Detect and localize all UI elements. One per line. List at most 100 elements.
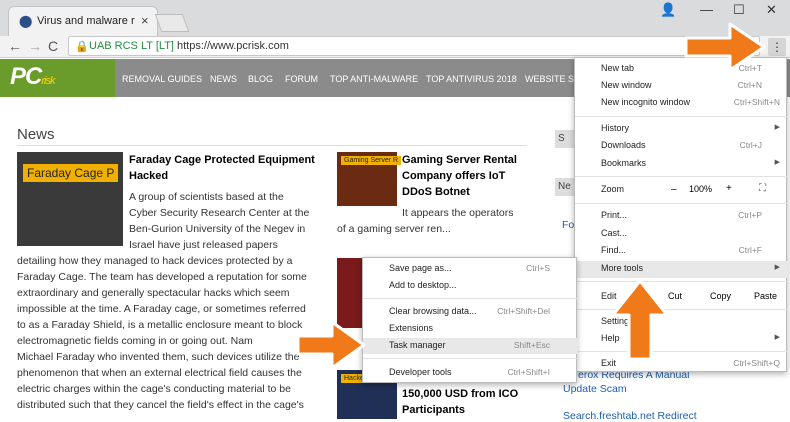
- menu-separator: [575, 281, 788, 282]
- text-line: electric charges within the cage's condu…: [17, 383, 291, 395]
- article-thumbnail[interactable]: Faraday Cage P: [17, 152, 123, 246]
- menu-item-new-incognito-window[interactable]: New incognito window Ctrl+Shift+N: [575, 95, 788, 112]
- tab-title: Virus and malware remo: [37, 15, 135, 27]
- annotation-arrow-icon: [684, 22, 766, 72]
- pcrisk-logo[interactable]: PCrisk: [0, 59, 115, 97]
- menu-separator: [363, 358, 578, 359]
- menu-item-label: Downloads: [601, 140, 646, 150]
- menu-item-find[interactable]: Find... Ctrl+F: [575, 243, 788, 260]
- menu-item-help[interactable]: Help ▶: [575, 331, 788, 348]
- close-window-button[interactable]: ✕: [766, 2, 777, 18]
- site-identity: UAB RCS LT [LT]: [89, 40, 174, 52]
- title-line: DDoS Botnet: [402, 186, 470, 198]
- logo-main: PC: [10, 63, 42, 90]
- menu-item-shortcut: Ctrl+P: [738, 210, 762, 220]
- nav-top-antivirus[interactable]: TOP ANTIVIRUS 2018: [426, 74, 517, 84]
- forward-button[interactable]: →: [28, 38, 42, 54]
- article-thumbnail[interactable]: [337, 258, 362, 328]
- menu-item-downloads[interactable]: Downloads Ctrl+J: [575, 138, 788, 155]
- submenu-item-developer-tools[interactable]: Developer tools Ctrl+Shift+I: [363, 365, 578, 381]
- submenu-item-label: Clear browsing data...: [389, 306, 477, 316]
- menu-item-shortcut: Ctrl+J: [739, 140, 762, 150]
- article-thumbnail[interactable]: Gaming Server R: [337, 152, 402, 206]
- submenu-item-add-to-desktop[interactable]: Add to desktop...: [363, 278, 578, 294]
- text-line: Faraday Cage. The team has developed a r…: [17, 271, 307, 283]
- submenu-item-label: Task manager: [389, 340, 446, 350]
- text-line: phenomenon that when an external electri…: [17, 367, 302, 379]
- text-line: A group of scientists based at the: [129, 191, 284, 203]
- menu-item-exit[interactable]: Exit Ctrl+Shift+Q: [575, 356, 788, 373]
- submenu-item-extensions[interactable]: Extensions: [363, 321, 578, 337]
- menu-item-label: New window: [601, 80, 652, 90]
- url-text[interactable]: https://www.pcrisk.com: [177, 40, 289, 52]
- article-excerpt-continued: detailing how they managed to hack devic…: [17, 253, 323, 413]
- menu-item-settings[interactable]: Settings: [575, 314, 788, 331]
- text-line: of a gaming server ren...: [337, 223, 451, 235]
- nav-news[interactable]: NEWS: [210, 74, 237, 84]
- thumbnail-label: Gaming Server R: [341, 156, 402, 165]
- tab-close-icon[interactable]: ×: [141, 13, 149, 28]
- article-title[interactable]: 150,000 USD from ICO Participants: [402, 386, 518, 418]
- paste-button[interactable]: Paste: [754, 291, 777, 301]
- tab-strip: ⬤ Virus and malware remo × 👤 — ☐ ✕: [0, 0, 790, 36]
- menu-item-cast[interactable]: Cast...: [575, 226, 788, 243]
- menu-item-label: Print...: [601, 210, 628, 220]
- nav-website-scanner[interactable]: WEBSITE SC: [525, 74, 581, 84]
- maximize-button[interactable]: ☐: [733, 2, 745, 18]
- submenu-item-task-manager[interactable]: Task manager Shift+Esc: [363, 338, 578, 354]
- cut-button[interactable]: Cut: [668, 291, 682, 301]
- fullscreen-icon[interactable]: ⛶: [759, 183, 766, 194]
- menu-item-more-tools[interactable]: More tools ▶: [575, 261, 788, 278]
- address-bar[interactable]: 🔒 UAB RCS LT [LT] https://www.pcrisk.com…: [68, 36, 760, 56]
- menu-separator: [363, 298, 578, 299]
- menu-item-print[interactable]: Print... Ctrl+P: [575, 208, 788, 225]
- copy-button[interactable]: Copy: [710, 291, 731, 301]
- nav-removal-guides[interactable]: REMOVAL GUIDES: [122, 74, 202, 84]
- news-heading: News: [17, 126, 55, 143]
- account-icon[interactable]: 👤: [660, 2, 676, 18]
- back-button[interactable]: ←: [8, 38, 22, 54]
- submenu-arrow-icon: ▶: [774, 159, 780, 166]
- submenu-item-label: Add to desktop...: [389, 280, 457, 290]
- menu-item-shortcut: Ctrl+N: [737, 80, 762, 90]
- nav-blog[interactable]: BLOG: [248, 74, 273, 84]
- menu-item-history[interactable]: History ▶: [575, 121, 788, 138]
- submenu-item-save-page[interactable]: Save page as... Ctrl+S: [363, 261, 578, 277]
- menu-item-label: Bookmarks: [601, 158, 647, 168]
- new-tab-button[interactable]: [154, 14, 190, 32]
- title-line: Hacked: [129, 170, 169, 182]
- chrome-menu: New tab Ctrl+T New window Ctrl+N New inc…: [574, 57, 788, 373]
- browser-tab[interactable]: ⬤ Virus and malware remo ×: [8, 6, 158, 36]
- sidebar-link[interactable]: Fo: [562, 219, 574, 231]
- article-excerpt: A group of scientists based at the Cyber…: [129, 189, 323, 253]
- menu-item-label: Find...: [601, 245, 627, 255]
- menu-item-label: Zoom: [601, 184, 625, 194]
- article-title[interactable]: Gaming Server Rental Company offers IoT …: [402, 152, 517, 200]
- submenu-item-label: Developer tools: [389, 367, 452, 377]
- browser-toolbar: ← → C 🔒 UAB RCS LT [LT] https://www.pcri…: [0, 36, 790, 58]
- submenu-item-shortcut: Ctrl+Shift+I: [507, 367, 550, 377]
- chrome-menu-button[interactable]: ⋮: [768, 38, 786, 56]
- reload-button[interactable]: C: [48, 38, 58, 54]
- text-line: Cyber Security Research Center at the: [129, 207, 310, 219]
- submenu-arrow-icon: ▶: [774, 264, 780, 271]
- sidebar-link[interactable]: Update Scam: [563, 383, 627, 395]
- menu-item-bookmarks[interactable]: Bookmarks ▶: [575, 156, 788, 173]
- menu-item-new-window[interactable]: New window Ctrl+N: [575, 78, 788, 95]
- submenu-item-shortcut: Ctrl+S: [526, 263, 550, 273]
- submenu-arrow-icon: ▶: [774, 124, 780, 131]
- zoom-in-button[interactable]: +: [726, 183, 732, 194]
- title-line: Gaming Server Rental: [402, 154, 517, 166]
- text-line: Israel have just released papers: [129, 239, 278, 251]
- article-title[interactable]: Faraday Cage Protected Equipment Hacked: [129, 152, 315, 184]
- menu-item-label: More tools: [601, 263, 644, 273]
- zoom-out-button[interactable]: –: [671, 184, 677, 195]
- title-line: Company offers IoT: [402, 170, 506, 182]
- submenu-item-label: Extensions: [389, 323, 434, 333]
- nav-forum[interactable]: FORUM: [285, 74, 318, 84]
- minimize-button[interactable]: —: [700, 2, 713, 17]
- submenu-item-clear-browsing-data[interactable]: Clear browsing data... Ctrl+Shift+Del: [363, 304, 578, 320]
- sidebar-link[interactable]: Search.freshtab.net Redirect: [563, 410, 697, 422]
- nav-top-anti-malware[interactable]: TOP ANTI-MALWARE: [330, 74, 418, 84]
- menu-item-edit: Edit Cut Copy Paste: [575, 287, 788, 307]
